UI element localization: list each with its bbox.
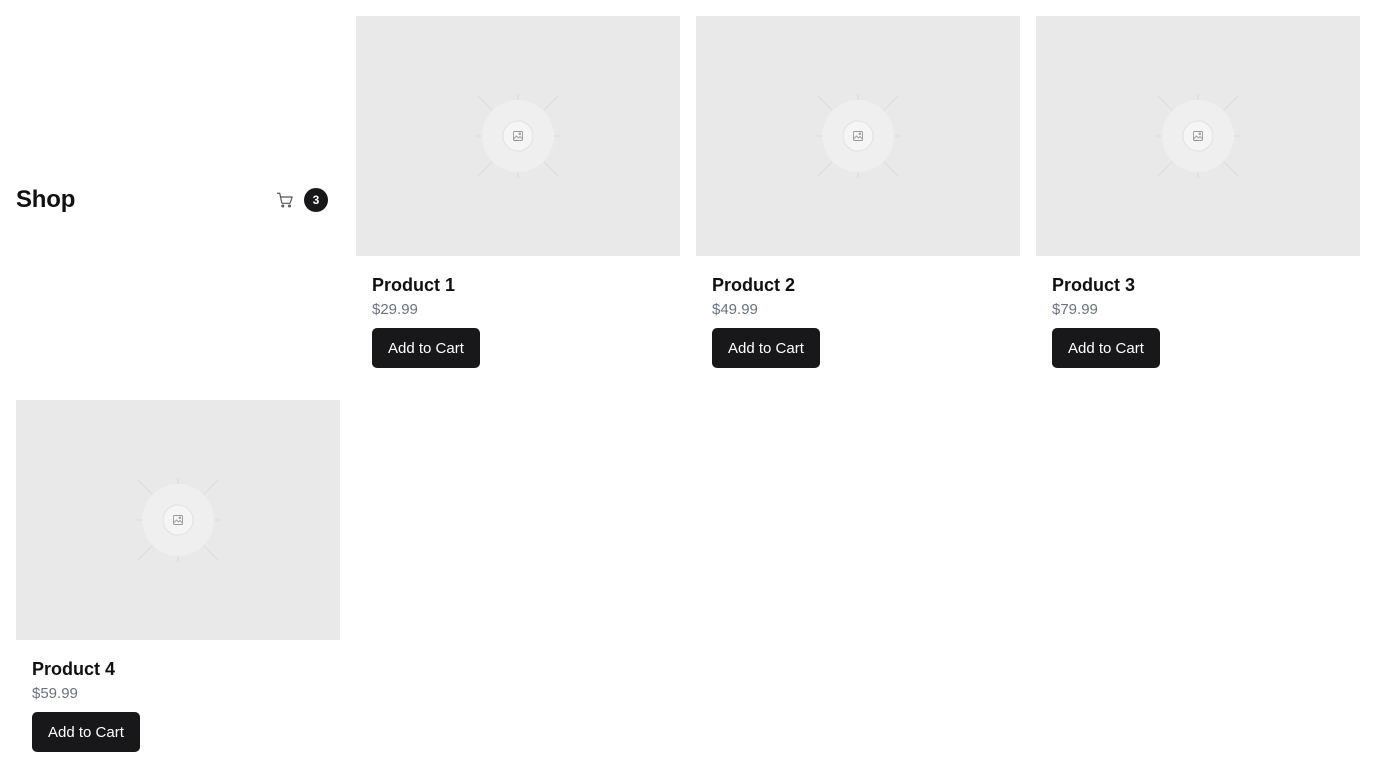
product-info: Product 4 $59.99 Add to Cart xyxy=(16,640,340,752)
add-to-cart-button[interactable]: Add to Cart xyxy=(32,712,140,752)
product-card: Product 4 $59.99 Add to Cart xyxy=(16,400,340,768)
add-to-cart-button[interactable]: Add to Cart xyxy=(712,328,820,368)
shop-header: Shop 3 xyxy=(16,16,340,384)
product-image xyxy=(16,400,340,640)
product-image xyxy=(696,16,1020,256)
image-placeholder-icon xyxy=(476,94,560,178)
product-price: $59.99 xyxy=(32,685,78,702)
image-placeholder-icon xyxy=(136,478,220,562)
shop-page: Shop 3 Product 1 $29.99 Add to Cart Prod… xyxy=(0,0,1376,784)
product-info: Product 3 $79.99 Add to Cart xyxy=(1036,256,1360,368)
product-image xyxy=(356,16,680,256)
product-name: Product 4 xyxy=(32,659,116,679)
product-name: Product 1 xyxy=(372,275,456,295)
cart-count-badge: 3 xyxy=(304,188,328,212)
image-placeholder-icon xyxy=(816,94,900,178)
product-card: Product 1 $29.99 Add to Cart xyxy=(356,16,680,384)
product-name: Product 3 xyxy=(1052,275,1136,295)
product-info: Product 1 $29.99 Add to Cart xyxy=(356,256,680,368)
product-price: $29.99 xyxy=(372,301,418,318)
cart-icon[interactable] xyxy=(276,191,294,209)
product-image xyxy=(1036,16,1360,256)
product-card: Product 2 $49.99 Add to Cart xyxy=(696,16,1020,384)
cart-summary: 3 xyxy=(276,188,328,212)
product-card: Product 3 $79.99 Add to Cart xyxy=(1036,16,1360,384)
image-placeholder-icon xyxy=(1156,94,1240,178)
page-title: Shop xyxy=(16,186,76,213)
add-to-cart-button[interactable]: Add to Cart xyxy=(1052,328,1160,368)
product-name: Product 2 xyxy=(712,275,796,295)
product-price: $49.99 xyxy=(712,301,758,318)
product-price: $79.99 xyxy=(1052,301,1098,318)
product-info: Product 2 $49.99 Add to Cart xyxy=(696,256,1020,368)
add-to-cart-button[interactable]: Add to Cart xyxy=(372,328,480,368)
product-grid: Shop 3 Product 1 $29.99 Add to Cart Prod… xyxy=(16,16,1360,768)
